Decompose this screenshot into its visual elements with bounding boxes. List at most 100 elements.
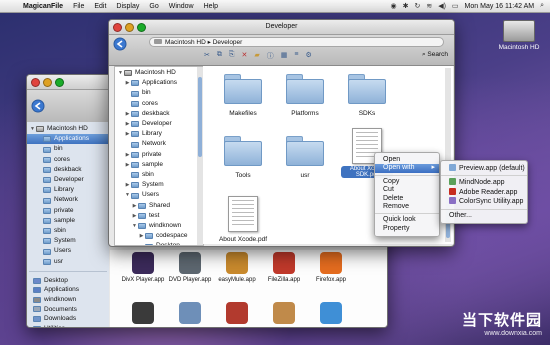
app-menu[interactable]: MagicanFile [18, 3, 68, 10]
back-nav-icon[interactable] [113, 37, 129, 51]
ctx-copy[interactable]: Copy [375, 178, 439, 186]
tree-row[interactable]: Network [27, 195, 109, 205]
tree-row[interactable]: ▶ System [115, 180, 203, 190]
tree-row[interactable]: Applications [27, 134, 109, 145]
tree-row[interactable]: usr [27, 257, 109, 267]
tree-row[interactable]: bin [27, 144, 109, 154]
tree-row[interactable]: deskback [27, 165, 109, 175]
tree-row[interactable]: ▶ Applications [115, 78, 203, 88]
close-button[interactable] [31, 78, 40, 87]
app-icon[interactable] [132, 302, 154, 324]
disclosure-closed-icon[interactable]: ▶ [124, 160, 131, 170]
disclosure-open-icon[interactable]: ▼ [29, 124, 36, 134]
tree-row[interactable]: ▶ private [115, 150, 203, 160]
menu-help[interactable]: Help [199, 3, 223, 10]
status-widget-icon[interactable]: ◉ [390, 2, 396, 10]
volume-icon[interactable]: ◀) [438, 2, 446, 10]
tree-row[interactable]: sbin [115, 170, 203, 180]
folder-item[interactable]: Makefiles [217, 74, 269, 117]
disclosure-closed-icon[interactable]: ▶ [124, 129, 131, 139]
tree-row[interactable]: private [27, 206, 109, 216]
tree-row[interactable]: ▶ Shared [115, 201, 203, 211]
app-icon[interactable] [320, 302, 342, 324]
disclosure-closed-icon[interactable]: ▶ [138, 231, 145, 241]
tree-row[interactable]: ▶ deskback [115, 109, 203, 119]
paste-icon[interactable]: ⎘ [229, 51, 235, 61]
back-nav-icon[interactable] [31, 99, 53, 113]
places-item[interactable]: Utilities [27, 324, 109, 327]
zoom-button[interactable] [55, 78, 64, 87]
bluetooth-icon[interactable]: ✱ [403, 2, 409, 10]
tree-row[interactable]: ▶ codespace [115, 231, 203, 241]
front-titlebar[interactable]: Developer [109, 20, 454, 35]
tree-row[interactable]: cores [27, 155, 109, 165]
tree-row[interactable]: Library [27, 185, 109, 195]
zoom-button[interactable] [137, 23, 146, 32]
app-icon[interactable] [320, 252, 342, 274]
action-icon[interactable]: ⚙ [305, 51, 311, 61]
tree-row[interactable]: ▼ Users [115, 190, 203, 200]
copy-icon[interactable]: ⧉ [217, 51, 222, 61]
disclosure-closed-icon[interactable]: ▶ [124, 150, 131, 160]
path-segment-root[interactable]: Macintosh HD [165, 39, 206, 46]
submenu-adobe-reader[interactable]: Adobe Reader.app [441, 187, 527, 197]
disclosure-closed-icon[interactable]: ▶ [124, 119, 131, 129]
submenu-preview[interactable]: Preview.app (default) [441, 164, 527, 173]
minimize-button[interactable] [43, 78, 52, 87]
file-item[interactable]: About Xcode.pdf [217, 196, 269, 243]
submenu-other[interactable]: Other... [441, 212, 527, 220]
ctx-open-with[interactable]: Open with ▸ [375, 164, 439, 173]
submenu-mindnode[interactable]: MindNode.app [441, 178, 527, 187]
menu-go[interactable]: Go [144, 3, 163, 10]
tree-row[interactable]: sbin [27, 226, 109, 236]
places-item[interactable]: Applications [27, 285, 109, 295]
disclosure-open-icon[interactable]: ▼ [117, 68, 124, 78]
disclosure-closed-icon[interactable]: ▶ [131, 201, 138, 211]
ctx-open[interactable]: Open [375, 156, 439, 164]
tree-row[interactable]: ▶ test [115, 211, 203, 221]
tree-row[interactable]: Users [27, 246, 109, 256]
app-icon[interactable] [132, 252, 154, 274]
tree-row[interactable]: ▶ Developer [115, 119, 203, 129]
folder-item[interactable]: Platforms [279, 74, 331, 117]
info-icon[interactable]: ⓘ [267, 51, 274, 61]
tree-row[interactable]: bin [115, 88, 203, 98]
tree-row[interactable]: ▼ Macintosh HD [115, 68, 203, 78]
ctx-delete[interactable]: Delete [375, 195, 439, 203]
tree-row[interactable]: Developer [27, 175, 109, 185]
close-button[interactable] [113, 23, 122, 32]
app-icon[interactable] [273, 302, 295, 324]
submenu-colorsync[interactable]: ColorSync Utility.app [441, 197, 527, 206]
ctx-quick-look[interactable]: Quick look [375, 216, 439, 224]
places-item[interactable]: Documents [27, 305, 109, 315]
menu-window[interactable]: Window [164, 3, 199, 10]
ctx-cut[interactable]: Cut [375, 186, 439, 194]
tree-row[interactable]: ▶ Library [115, 129, 203, 139]
folder-item[interactable]: Tools [217, 136, 269, 179]
app-icon[interactable] [226, 252, 248, 274]
disclosure-closed-icon[interactable]: ▶ [131, 211, 138, 221]
folder-item[interactable]: usr [279, 136, 331, 179]
disclosure-closed-icon[interactable]: ▶ [124, 78, 131, 88]
view-icon[interactable]: ▦ [281, 51, 288, 61]
new-folder-icon[interactable]: ▰ [254, 51, 259, 61]
tree-row[interactable]: cores [115, 99, 203, 109]
app-icon[interactable] [226, 302, 248, 324]
disclosure-closed-icon[interactable]: ▶ [124, 109, 131, 119]
places-item[interactable]: Downloads [27, 314, 109, 324]
disclosure-open-icon[interactable]: ▼ [131, 221, 138, 231]
wifi-icon[interactable]: ≋ [426, 2, 432, 10]
app-icon[interactable] [179, 302, 201, 324]
battery-icon[interactable]: ▭ [452, 2, 459, 10]
tree-row[interactable]: ▼ Macintosh HD [27, 124, 109, 134]
tree-row[interactable]: System [27, 236, 109, 246]
places-item[interactable]: windknown [27, 295, 109, 305]
spotlight-icon[interactable]: ⌕ [540, 2, 544, 10]
path-segment-developer[interactable]: Developer [213, 39, 243, 46]
tree-row[interactable]: ▶ sample [115, 160, 203, 170]
tree-row[interactable]: sample [27, 216, 109, 226]
menu-file[interactable]: File [68, 3, 89, 10]
menu-display[interactable]: Display [111, 3, 144, 10]
places-item[interactable]: Desktop [27, 276, 109, 286]
ctx-property[interactable]: Property [375, 225, 439, 233]
